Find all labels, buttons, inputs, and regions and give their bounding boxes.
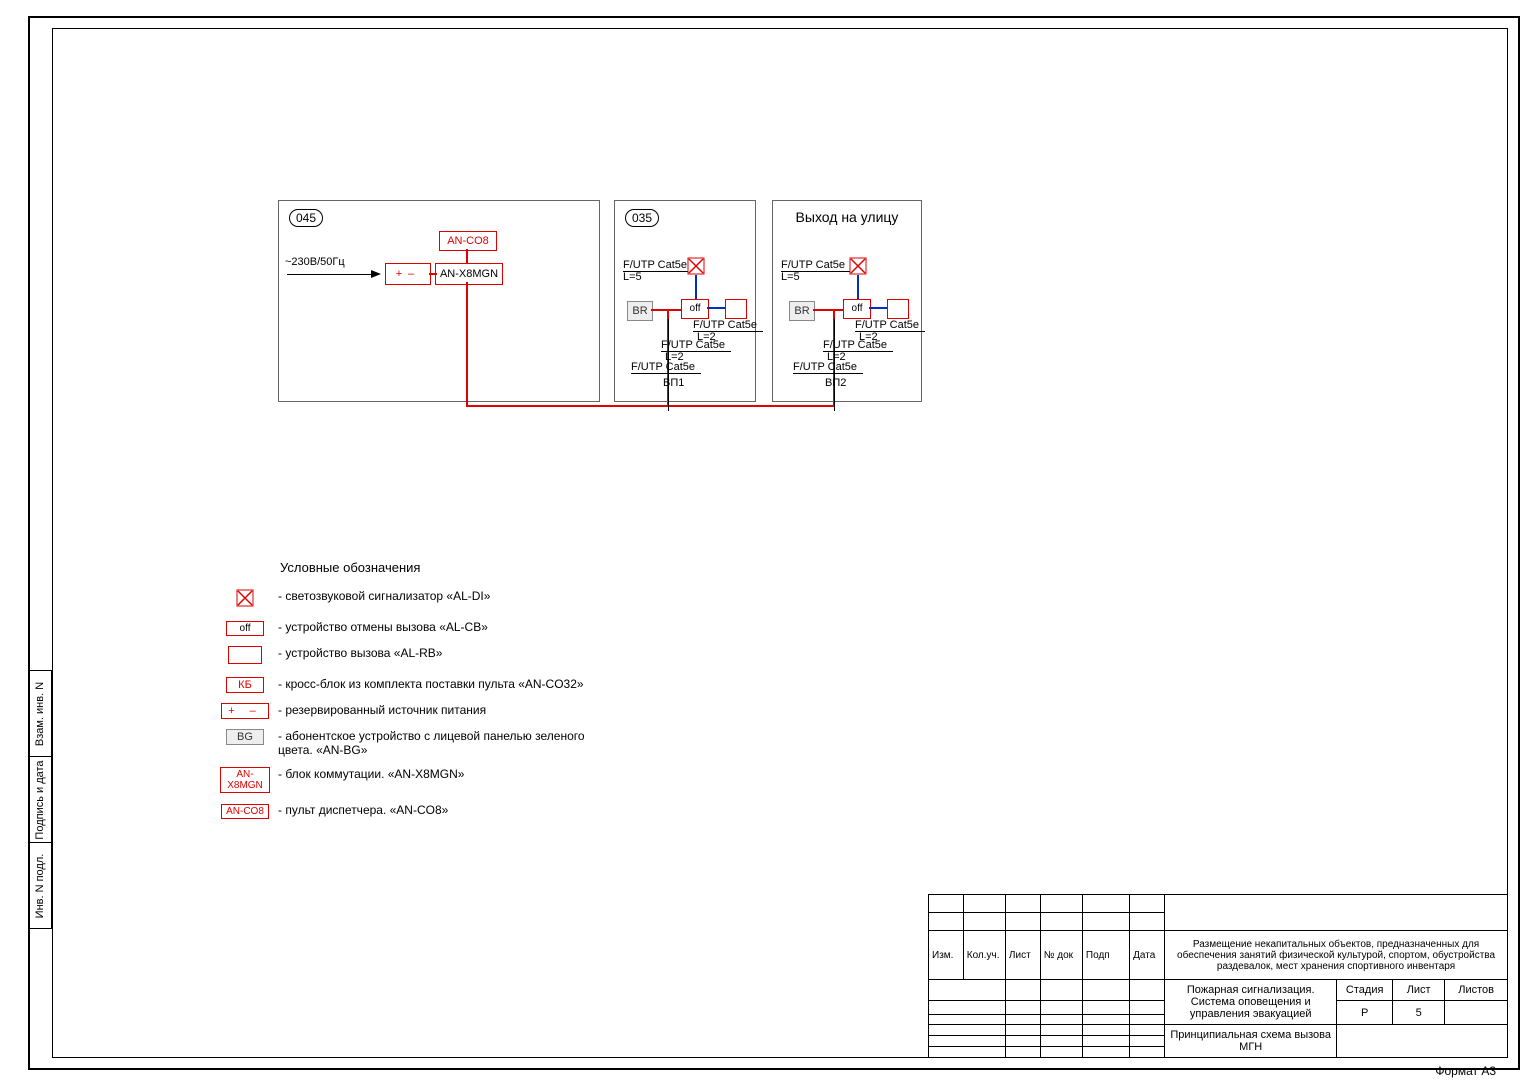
hdr-kol: Кол.уч. — [963, 931, 1005, 980]
off-box-exit: off — [843, 299, 871, 319]
hdr-ndoc: № док — [1040, 931, 1082, 980]
legend-row: AN-X8MGN - блок коммутации. «AN-X8MGN» — [220, 767, 608, 793]
tab-replace-inv: Взам. инв. N — [28, 670, 52, 756]
hdr-izm: Изм. — [929, 931, 964, 980]
legend-row: off - устройство отмены вызова «AL-CB» — [220, 620, 608, 636]
legend-row: AN-CO8 - пульт диспетчера. «AN-CO8» — [220, 803, 608, 819]
legend-row: - светозвуковой сигнализатор «AL-DI» — [220, 589, 608, 610]
format-label: Формат А3 — [1435, 1064, 1496, 1078]
legend-text: - резервированный источник питания — [278, 703, 486, 717]
power-box: +– — [385, 263, 431, 285]
legend-symbol: + – — [220, 703, 270, 719]
signal-icon — [849, 257, 867, 275]
an-co8-box: AN-CO8 — [439, 231, 497, 251]
panel-exit: Выход на улицу F/UTP Cat5e L=5 BR off F/… — [772, 200, 922, 402]
tab-inv-orig: Инв. N подл. — [28, 842, 52, 929]
off-box-035: off — [681, 299, 709, 319]
sheet-cell: 5 — [1393, 1001, 1445, 1025]
legend-text: - кросс-блок из комплекта поставки пульт… — [278, 677, 584, 691]
panel-035: 035 F/UTP Cat5e L=5 BR off F/UTP Cat5e L… — [614, 200, 756, 402]
legend-symbol — [220, 646, 270, 667]
bp1-label: ВП1 — [663, 377, 684, 389]
sheets-cell — [1445, 1001, 1508, 1025]
legend-row: - устройство вызова «AL-RB» — [220, 646, 608, 667]
legend-text: - светозвуковой сигнализатор «AL-DI» — [278, 589, 490, 603]
room-tag-045: 045 — [289, 209, 323, 227]
legend-text: - пульт диспетчера. «AN-CO8» — [278, 803, 448, 817]
legend-row: КБ - кросс-блок из комплекта поставки пул… — [220, 677, 608, 693]
tab-sign-date: Подпись и дата — [28, 756, 52, 842]
sheets-h: Листов — [1445, 980, 1508, 1001]
call-box-exit — [887, 299, 909, 319]
legend-symbol: BG — [220, 729, 270, 745]
legend-text: - устройство вызова «AL-RB» — [278, 646, 442, 660]
signal-icon — [687, 257, 705, 275]
exit-title: Выход на улицу — [773, 209, 921, 225]
legend-symbol: off — [220, 620, 270, 636]
br-box-exit: BR — [789, 301, 815, 321]
legend-row: BG - абонентское устройство с лицевой пан… — [220, 729, 608, 757]
panel-045: 045 ~230В/50Гц +– AN-CO8 AN-X8MGN — [278, 200, 600, 402]
stage-cell: Р — [1337, 1001, 1393, 1025]
legend-text: - блок коммутации. «AN-X8MGN» — [278, 767, 464, 781]
hdr-podp: Подп — [1082, 931, 1129, 980]
legend-symbol — [220, 589, 270, 610]
hdr-list: Лист — [1005, 931, 1040, 980]
project-cell: Размещение некапитальных объектов, предн… — [1165, 931, 1508, 980]
trunk-line — [466, 282, 468, 405]
call-box-035 — [725, 299, 747, 319]
legend: Условные обозначения - светозвуковой сиг… — [220, 560, 608, 829]
sheet-h: Лист — [1393, 980, 1445, 1001]
bp2-label: ВП2 — [825, 377, 846, 389]
room-tag-035: 035 — [625, 209, 659, 227]
legend-row: + – - резервированный источник питания — [220, 703, 608, 719]
system-cell: Пожарная сигнализация. Система оповещени… — [1165, 980, 1337, 1025]
legend-text: - устройство отмены вызова «AL-CB» — [278, 620, 488, 634]
drawing-cell: Принципиальная схема вызова МГН — [1165, 1025, 1337, 1058]
legend-symbol: AN-CO8 — [220, 803, 270, 819]
arrow-icon — [371, 270, 381, 278]
hdr-data: Дата — [1130, 931, 1165, 980]
legend-title: Условные обозначения — [280, 560, 608, 575]
legend-symbol: AN-X8MGN — [220, 767, 270, 793]
title-block: Изм. Кол.уч. Лист № док Подп Дата Размещ… — [928, 894, 1508, 1058]
drawing-sheet: Взам. инв. N Подпись и дата Инв. N подл.… — [0, 0, 1536, 1086]
stage-h: Стадия — [1337, 980, 1393, 1001]
legend-symbol: КБ — [220, 677, 270, 693]
side-tabs: Взам. инв. N Подпись и дата Инв. N подл. — [28, 670, 52, 929]
power-label: ~230В/50Гц — [285, 256, 345, 268]
an-x8mgn-box: AN-X8MGN — [435, 263, 503, 285]
br-box-035: BR — [627, 301, 653, 321]
legend-text: - абонентское устройство с лицевой панел… — [278, 729, 608, 757]
